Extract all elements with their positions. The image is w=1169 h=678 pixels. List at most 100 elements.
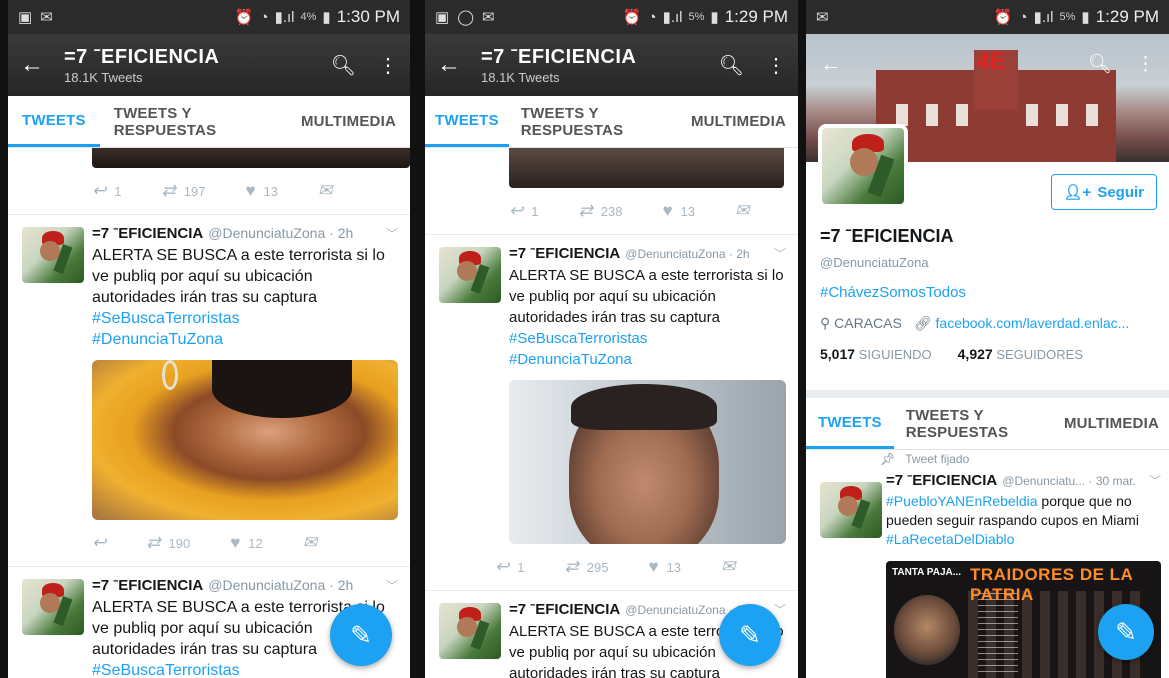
dm-button[interactable]: ✉ [735, 201, 749, 221]
tweet[interactable]: =7 ˉEFICIENCIA @DenunciatuZona · 2h ﹀ AL… [425, 234, 798, 590]
app-bar: ← =7 ˉEFICIENCIA 18.1K Tweets 🔍︎ ⋮ [8, 34, 410, 96]
tab-tweets[interactable]: TWEETS [425, 96, 509, 147]
avatar[interactable] [22, 579, 84, 635]
like-button[interactable]: ♥ 13 [662, 201, 695, 221]
previous-tweet-image[interactable] [92, 148, 410, 168]
search-icon[interactable]: 🔍︎ [719, 53, 744, 78]
dm-button[interactable]: ✉ [721, 557, 735, 577]
profile-avatar[interactable] [818, 124, 908, 208]
like-button[interactable]: ♥ 13 [648, 557, 681, 577]
tweet-time: 2h [736, 247, 750, 261]
retweet-button[interactable]: ⇄ 295 [564, 557, 608, 577]
avatar[interactable] [439, 603, 501, 659]
hashtag-link[interactable]: #LaRecetaDelDiablo [886, 530, 1161, 549]
dm-button[interactable]: ✉ [303, 533, 317, 553]
retweet-icon: ⇄ [564, 557, 579, 576]
tweet-author-name[interactable]: =7 ˉEFICIENCIA [92, 225, 203, 242]
profile-tabs: TWEETS TWEETS Y RESPUESTAS MULTIMEDIA [425, 96, 798, 148]
tab-media[interactable]: MULTIMEDIA [287, 96, 410, 147]
battery-percent: 5% [1059, 11, 1076, 23]
status-bar: ▣ ✉ ⏰ ◔ ▮.ıl 4% ▮ 1:30 PM [8, 0, 410, 34]
reply-icon: ↩ [92, 181, 107, 200]
compose-tweet-button[interactable]: ✎ [330, 604, 392, 666]
follow-button[interactable]: 👤︎+ Seguir [1050, 174, 1157, 210]
compose-icon: ✎ [350, 619, 372, 650]
more-vert-icon[interactable]: ⋮ [378, 53, 398, 78]
account-name: =7 ˉEFICIENCIA [481, 45, 637, 68]
compose-tweet-button[interactable]: ✎ [719, 604, 781, 666]
tweet-image[interactable] [92, 360, 398, 520]
hashtag-link[interactable]: #SeBuscaTerroristas [92, 308, 398, 329]
tab-media[interactable]: MULTIMEDIA [1054, 398, 1169, 449]
mail-icon: ✉ [40, 9, 53, 26]
more-vert-icon[interactable]: ⋮ [766, 53, 786, 78]
tweet-author-name[interactable]: =7 ˉEFICIENCIA [92, 577, 203, 594]
profile-bio-hashtag[interactable]: #ChávezSomosTodos [820, 284, 1157, 301]
retweet-button[interactable]: ⇄ 190 [146, 533, 190, 553]
avatar[interactable] [820, 482, 882, 538]
tab-tweets-replies[interactable]: TWEETS Y RESPUESTAS [509, 96, 679, 147]
chevron-down-icon[interactable]: ﹀ [1145, 472, 1161, 489]
direct-message-icon: ✉ [302, 533, 318, 552]
mail-icon: ✉ [816, 9, 829, 26]
tab-tweets[interactable]: TWEETS [806, 398, 894, 449]
tweet-image[interactable] [509, 380, 786, 544]
followers-count: 4,927 [957, 346, 993, 362]
retweet-button[interactable]: ⇄ 197 [161, 181, 205, 201]
pin-icon: 📌︎ [880, 452, 896, 466]
compose-tweet-button[interactable]: ✎ [1098, 604, 1154, 660]
website-link[interactable]: facebook.com/laverdad.enlac... [936, 315, 1130, 331]
tab-tweets-replies[interactable]: TWEETS Y RESPUESTAS [100, 96, 287, 147]
tab-media[interactable]: MULTIMEDIA [679, 96, 798, 147]
followers-stat[interactable]: 4,927 SEGUIDORES [958, 346, 1083, 362]
followers-label: SEGUIDORES [996, 347, 1083, 362]
hashtag-link[interactable]: #DenunciaTuZona [92, 329, 398, 350]
retweet-button[interactable]: ⇄ 238 [578, 201, 622, 221]
reply-button[interactable]: ↩ 1 [495, 557, 524, 577]
tweet-author-name[interactable]: =7 ˉEFICIENCIA [886, 472, 997, 489]
avatar[interactable] [22, 227, 84, 283]
back-arrow-icon[interactable]: ← [820, 51, 842, 77]
reply-button[interactable]: ↩ [92, 533, 106, 553]
hashtag-link[interactable]: #SeBuscaTerroristas [509, 328, 786, 349]
handle-text: @DenunciatuZona [625, 247, 726, 261]
chevron-down-icon[interactable]: ﹀ [770, 245, 786, 262]
tweet-text: ALERTA SE BUSCA a este terrorista si lo … [509, 267, 784, 326]
more-vert-icon[interactable]: ⋮ [1136, 53, 1155, 76]
account-name: =7 ˉEFICIENCIA [64, 45, 220, 68]
website[interactable]: 🔗︎ facebook.com/laverdad.enlac... [914, 315, 1129, 332]
profile-info: =7 ˉEFICIENCIA @DenunciatuZona #ChávezSo… [820, 226, 1157, 362]
tweet-actions: ↩ 1 ⇄ 238 ♥ 13 ✉ [425, 188, 798, 234]
reply-button[interactable]: ↩ 1 [509, 201, 538, 221]
hashtag-link[interactable]: #PuebloYANEnRebeldia [886, 493, 1038, 509]
tweet[interactable]: =7 ˉEFICIENCIA @DenunciatuZona · 2h ﹀ AL… [8, 214, 410, 566]
like-button[interactable]: ♥ 12 [230, 533, 263, 553]
reply-button[interactable]: ↩ 1 [92, 181, 121, 201]
search-icon[interactable]: 🔍︎ [331, 53, 356, 78]
back-arrow-icon[interactable]: ← [20, 51, 54, 79]
tweet-author-name[interactable]: =7 ˉEFICIENCIA [509, 245, 620, 262]
chevron-down-icon[interactable]: ﹀ [382, 225, 398, 242]
tab-tweets-replies[interactable]: TWEETS Y RESPUESTAS [894, 398, 1054, 449]
search-icon[interactable]: 🔍︎ [1088, 52, 1112, 76]
avatar[interactable] [439, 247, 501, 303]
following-stat[interactable]: 5,017 SIGUIENDO [820, 346, 932, 362]
phone-screen-1: ▣ ✉ ⏰ ◔ ▮.ıl 4% ▮ 1:30 PM ← =7 ˉEFICIENC… [8, 0, 410, 678]
previous-tweet-image[interactable] [509, 148, 784, 188]
tweet-author-name[interactable]: =7 ˉEFICIENCIA [509, 601, 620, 618]
signal-icon: ▮.ıl [662, 9, 683, 26]
tab-tweets[interactable]: TWEETS [8, 96, 100, 147]
dm-button[interactable]: ✉ [318, 181, 332, 201]
reply-count: 1 [531, 203, 539, 219]
image-caption-small: TANTA PAJA... [892, 567, 962, 578]
like-button[interactable]: ♥ 13 [245, 181, 278, 201]
profile-tabs: TWEETS TWEETS Y RESPUESTAS MULTIMEDIA [806, 390, 1169, 450]
retweet-icon: ⇄ [161, 181, 176, 200]
chevron-down-icon[interactable]: ﹀ [382, 577, 398, 594]
direct-message-icon: ✉ [318, 181, 333, 200]
hashtag-link[interactable]: #DenunciaTuZona [509, 349, 786, 370]
tweet-time: 2h [337, 225, 354, 241]
status-time: 1:29 PM [1095, 7, 1159, 26]
whatsapp-icon: ◯ [457, 9, 474, 26]
back-arrow-icon[interactable]: ← [437, 51, 471, 79]
